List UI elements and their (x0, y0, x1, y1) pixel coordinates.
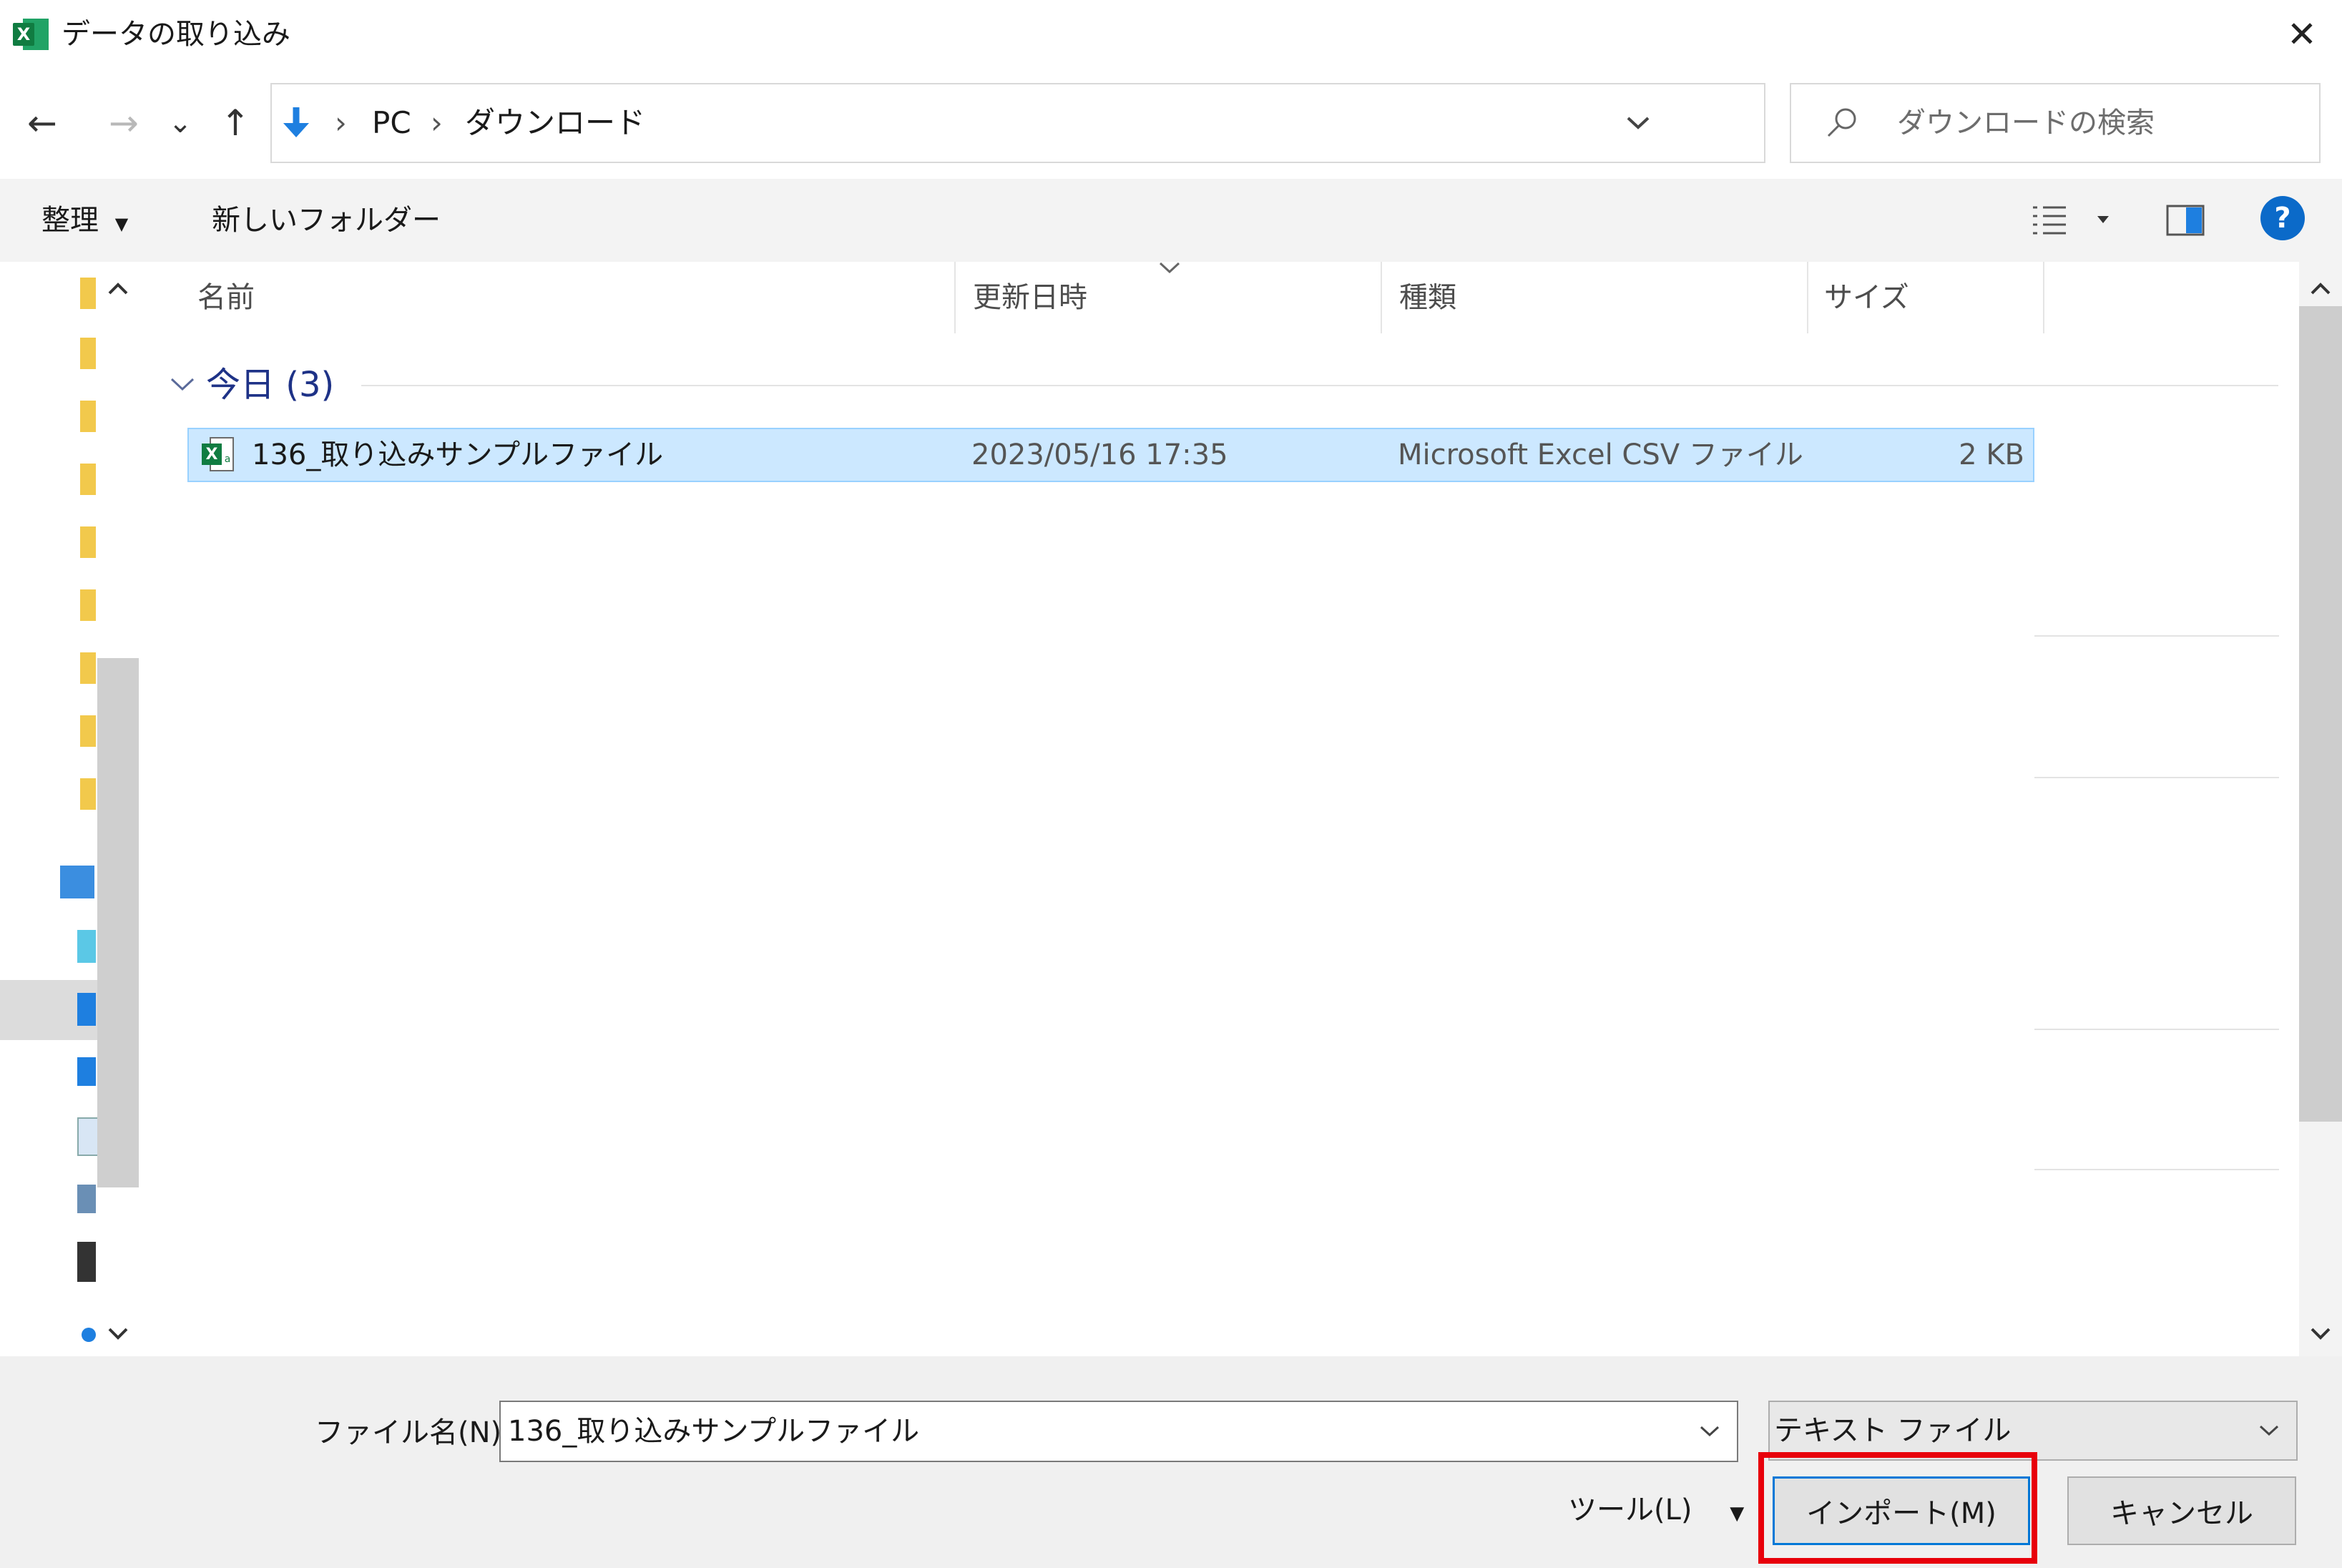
dropdown-arrow-icon: ▼ (114, 214, 129, 234)
new-folder-button[interactable]: 新しいフォルダー (212, 179, 441, 262)
preview-pane-icon (2166, 205, 2205, 236)
pictures-icon[interactable] (77, 1185, 96, 1213)
recent-locations-button[interactable]: ⌄ (159, 94, 202, 152)
help-button[interactable]: ? (2260, 196, 2305, 240)
column-divider[interactable] (1807, 262, 1808, 333)
file-size: 2 KB (1959, 438, 2024, 471)
up-button[interactable]: ↑ (210, 94, 260, 152)
documents-icon[interactable] (77, 1117, 99, 1156)
back-arrow-icon: ← (27, 102, 57, 144)
organize-label: 整理 (41, 204, 99, 237)
row-divider (2034, 777, 2279, 778)
close-icon: ✕ (2287, 14, 2317, 55)
downloads-icon (279, 106, 313, 142)
sort-indicator-icon (1159, 260, 1180, 275)
cancel-button-label: キャンセル (2110, 1497, 2253, 1530)
breadcrumb-separator: › (431, 105, 443, 140)
3d-objects-icon[interactable] (77, 930, 96, 963)
chevron-down-icon (1627, 117, 1650, 129)
file-list-scrollbar-thumb[interactable] (2299, 306, 2342, 1122)
chevron-down-icon (1700, 1426, 1720, 1437)
title-bar: X データの取り込み ✕ (0, 0, 2342, 69)
column-divider[interactable] (954, 262, 956, 333)
folder-icon[interactable] (80, 652, 96, 684)
breadcrumb-pc[interactable]: PC (372, 84, 411, 162)
folder-icon[interactable] (80, 715, 96, 747)
back-button[interactable]: ← (17, 94, 67, 152)
new-folder-label: 新しいフォルダー (212, 204, 441, 237)
details-view-icon (2033, 206, 2109, 235)
command-bar: 整理 ▼ 新しいフォルダー ? (0, 179, 2342, 262)
desktop-icon[interactable] (77, 1057, 96, 1086)
annotation-highlight-box (1758, 1452, 2037, 1564)
file-type: Microsoft Excel CSV ファイル (1398, 438, 1803, 471)
file-list[interactable] (143, 262, 2299, 1356)
organize-button[interactable]: 整理 ▼ (41, 179, 128, 265)
row-divider (2034, 635, 2279, 637)
column-divider[interactable] (1381, 262, 1382, 333)
preview-pane-button[interactable] (2165, 200, 2208, 240)
column-header-type[interactable]: 種類 (1399, 262, 1456, 333)
search-box[interactable]: ダウンロードの検索 (1790, 83, 2321, 163)
row-divider (2034, 1169, 2279, 1170)
folder-icon[interactable] (80, 278, 96, 309)
navigation-scrollbar-thumb[interactable] (97, 658, 139, 1187)
folder-icon[interactable] (80, 338, 96, 369)
column-header-name[interactable]: 名前 (197, 262, 255, 333)
address-bar[interactable]: › PC › ダウンロード ↻ (270, 83, 2010, 163)
filename-input[interactable]: 136_取り込みサンプルファイル (499, 1401, 1738, 1462)
forward-arrow-icon: → (109, 102, 139, 144)
folder-icon[interactable] (80, 778, 96, 810)
svg-text:a: a (225, 454, 231, 465)
pc-icon[interactable] (60, 866, 94, 898)
breadcrumb-separator: › (335, 105, 347, 140)
filename-label: ファイル名(N): (315, 1416, 511, 1449)
scroll-up-icon[interactable] (100, 270, 136, 306)
up-arrow-icon: ↑ (220, 102, 250, 144)
column-header-size[interactable]: サイズ (1824, 262, 1909, 333)
folder-icon[interactable] (80, 589, 96, 621)
view-options-button[interactable] (2029, 199, 2115, 242)
svg-text:X: X (206, 446, 218, 464)
svg-text:X: X (17, 24, 31, 44)
excel-app-icon: X (13, 17, 50, 52)
file-type-select-value: テキスト ファイル (1774, 1414, 2012, 1447)
scroll-down-icon[interactable] (100, 1316, 136, 1352)
tools-label: ツール(L) (1568, 1494, 1692, 1527)
filename-input-value: 136_取り込みサンプルファイル (508, 1415, 920, 1448)
filename-dropdown-button[interactable] (1688, 1402, 1731, 1461)
group-collapse-chevron-icon[interactable] (166, 365, 199, 403)
row-divider (2034, 1029, 2279, 1030)
search-placeholder: ダウンロードの検索 (1897, 107, 2155, 139)
group-divider (361, 385, 2278, 386)
address-dropdown-button[interactable] (1609, 84, 1667, 162)
table-row[interactable]: X a 136_取り込みサンプルファイル 2023/05/16 17:35 Mi… (187, 428, 2034, 482)
scroll-down-icon[interactable] (2302, 1316, 2339, 1352)
chevron-down-icon (2248, 1402, 2290, 1459)
folder-icon[interactable] (80, 526, 96, 558)
videos-icon[interactable] (77, 1242, 96, 1282)
column-divider[interactable] (2043, 262, 2044, 333)
chevron-down-icon: ⌄ (168, 107, 192, 139)
forward-button[interactable]: → (99, 94, 149, 152)
group-header-today[interactable]: 今日 (3) (206, 363, 334, 406)
downloads-icon[interactable] (77, 993, 96, 1026)
breadcrumb-downloads[interactable]: ダウンロード (465, 84, 645, 162)
column-header-modified[interactable]: 更新日時 (973, 262, 1087, 333)
search-icon (1824, 104, 1860, 140)
csv-file-icon: X a (200, 436, 236, 474)
scroll-up-icon[interactable] (2302, 270, 2339, 306)
folder-icon[interactable] (80, 464, 96, 495)
window-title: データの取り込み (62, 18, 290, 51)
music-icon[interactable] (82, 1328, 96, 1342)
folder-icon[interactable] (80, 401, 96, 432)
file-name: 136_取り込みサンプルファイル (252, 438, 664, 471)
file-modified: 2023/05/16 17:35 (971, 438, 1228, 471)
help-icon: ? (2274, 202, 2291, 235)
cancel-button[interactable]: キャンセル (2067, 1476, 2296, 1545)
close-button[interactable]: ✕ (2268, 4, 2336, 64)
dropdown-arrow-icon: ▼ (1730, 1503, 1745, 1524)
tools-button[interactable]: ツール(L) ▼ (1568, 1485, 1744, 1539)
